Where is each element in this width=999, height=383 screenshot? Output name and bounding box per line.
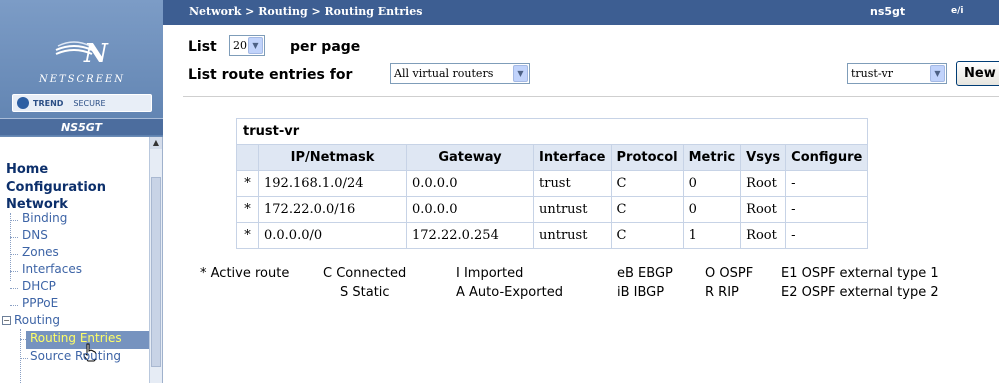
cell-gateway: 0.0.0.0 bbox=[406, 170, 534, 197]
col-configure: Configure bbox=[785, 144, 869, 171]
cell-interface: untrust bbox=[533, 196, 612, 223]
table-row: * 192.168.1.0/24 0.0.0.0 trust C 0 Root … bbox=[236, 170, 869, 197]
brand-text: NETSCREEN bbox=[38, 74, 126, 85]
list-label: List bbox=[188, 39, 217, 55]
chevron-down-icon[interactable]: ▼ bbox=[248, 37, 263, 54]
nav-configuration[interactable]: Configuration bbox=[6, 180, 106, 195]
nav-dns[interactable]: DNS bbox=[22, 228, 48, 242]
virtual-router-filter-value: All virtual routers bbox=[394, 67, 494, 80]
trend-label: TREND bbox=[33, 98, 64, 108]
nav-pppoe[interactable]: PPPoE bbox=[22, 296, 58, 310]
new-button[interactable]: New bbox=[956, 61, 999, 86]
nav-home[interactable]: Home bbox=[6, 162, 48, 177]
legend-ebgp: eB EBGP bbox=[617, 266, 673, 281]
cell-vsys: Root bbox=[740, 170, 787, 197]
legend-ospf-ext-2: E2 OSPF external type 2 bbox=[781, 285, 939, 300]
col-active bbox=[236, 144, 259, 171]
cell-configure: - bbox=[785, 222, 869, 249]
active-marker: * bbox=[236, 170, 259, 197]
col-ip-netmask: IP/Netmask bbox=[258, 144, 407, 171]
cell-interface: untrust bbox=[533, 222, 612, 249]
trend-logo-icon bbox=[17, 97, 29, 109]
legend-imported: I Imported bbox=[456, 266, 524, 281]
per-page-value: 20 bbox=[233, 39, 247, 52]
table-caption: trust-vr bbox=[235, 118, 869, 145]
col-metric: Metric bbox=[682, 144, 742, 171]
legend-connected: C Connected bbox=[323, 266, 407, 281]
legend-auto-exported: A Auto-Exported bbox=[456, 285, 563, 300]
per-page-label: per page bbox=[290, 39, 361, 55]
table-row: * 172.22.0.0/16 0.0.0.0 untrust C 0 Root… bbox=[236, 196, 869, 223]
nav-dhcp[interactable]: DHCP bbox=[22, 279, 56, 293]
legend-active-route: * Active route bbox=[200, 266, 290, 281]
chevron-down-icon[interactable]: ▼ bbox=[930, 65, 945, 82]
table-row: * 0.0.0.0/0 172.22.0.254 untrust C 1 Roo… bbox=[236, 222, 869, 249]
cell-configure: - bbox=[785, 196, 869, 223]
scrollbar-thumb[interactable] bbox=[151, 177, 161, 367]
nav-source-routing[interactable]: Source Routing bbox=[30, 349, 121, 363]
per-page-select[interactable]: 20 ▼ bbox=[229, 35, 265, 56]
legend-ospf: O OSPF bbox=[705, 266, 754, 281]
nav-routing-entries[interactable]: Routing Entries bbox=[30, 331, 122, 345]
active-marker: * bbox=[236, 222, 259, 249]
cell-interface: trust bbox=[533, 170, 612, 197]
header-bar: Network > Routing > Routing Entries ns5g… bbox=[163, 0, 999, 25]
cell-protocol: C bbox=[610, 196, 684, 223]
device-name: ns5gt bbox=[870, 5, 906, 18]
legend-ospf-ext-1: E1 OSPF external type 1 bbox=[781, 266, 939, 281]
active-marker: * bbox=[236, 196, 259, 223]
sidebar: N NETSCREEN TREND SECURE NS5GT Home Conf… bbox=[0, 0, 163, 383]
cell-gateway: 172.22.0.254 bbox=[406, 222, 534, 249]
nav-routing[interactable]: Routing bbox=[14, 313, 60, 327]
cell-configure: - bbox=[785, 170, 869, 197]
device-model-label: NS5GT bbox=[0, 118, 163, 135]
cell-ip: 172.22.0.0/16 bbox=[258, 196, 407, 223]
nav-zones[interactable]: Zones bbox=[22, 245, 59, 259]
breadcrumb: Network > Routing > Routing Entries bbox=[189, 5, 423, 18]
legend-rip: R RIP bbox=[705, 285, 739, 300]
cell-metric: 0 bbox=[682, 196, 742, 223]
route-table: trust-vr IP/Netmask Gateway Interface Pr… bbox=[235, 118, 869, 249]
cell-ip: 0.0.0.0/0 bbox=[258, 222, 407, 249]
route-entries-label: List route entries for bbox=[188, 67, 353, 83]
cell-vsys: Root bbox=[740, 196, 787, 223]
header-extra: e/i bbox=[951, 6, 964, 16]
trend-secure-badge: TREND SECURE bbox=[12, 94, 152, 112]
col-protocol: Protocol bbox=[610, 144, 684, 171]
svg-text:N: N bbox=[83, 39, 109, 69]
col-gateway: Gateway bbox=[406, 144, 534, 171]
logo-panel: N NETSCREEN TREND SECURE bbox=[0, 0, 163, 136]
secure-label: SECURE bbox=[73, 98, 106, 108]
netscreen-logo-icon: N bbox=[55, 39, 109, 69]
nav-network[interactable]: Network bbox=[6, 197, 68, 212]
cell-metric: 0 bbox=[682, 170, 742, 197]
cell-metric: 1 bbox=[682, 222, 742, 249]
cell-protocol: C bbox=[610, 222, 684, 249]
nav-binding[interactable]: Binding bbox=[22, 211, 67, 225]
col-vsys: Vsys bbox=[740, 144, 787, 171]
col-interface: Interface bbox=[533, 144, 612, 171]
divider bbox=[183, 96, 999, 97]
vr-select-value: trust-vr bbox=[851, 67, 894, 80]
routing-collapse-icon[interactable]: − bbox=[2, 316, 11, 325]
cell-vsys: Root bbox=[740, 222, 787, 249]
virtual-router-filter-select[interactable]: All virtual routers ▼ bbox=[390, 63, 530, 84]
scroll-up-icon[interactable]: ▲ bbox=[150, 137, 162, 149]
chevron-down-icon[interactable]: ▼ bbox=[513, 65, 528, 82]
legend-static: S Static bbox=[340, 285, 390, 300]
nav-interfaces[interactable]: Interfaces bbox=[22, 262, 82, 276]
cell-ip: 192.168.1.0/24 bbox=[258, 170, 407, 197]
nav-scrollbar[interactable]: ▲ bbox=[149, 137, 162, 383]
nav-tree: Home Configuration Network Binding DNS Z… bbox=[0, 137, 163, 383]
vr-select[interactable]: trust-vr ▼ bbox=[847, 63, 947, 84]
cell-protocol: C bbox=[610, 170, 684, 197]
cell-gateway: 0.0.0.0 bbox=[406, 196, 534, 223]
legend-ibgp: iB IBGP bbox=[617, 285, 665, 300]
